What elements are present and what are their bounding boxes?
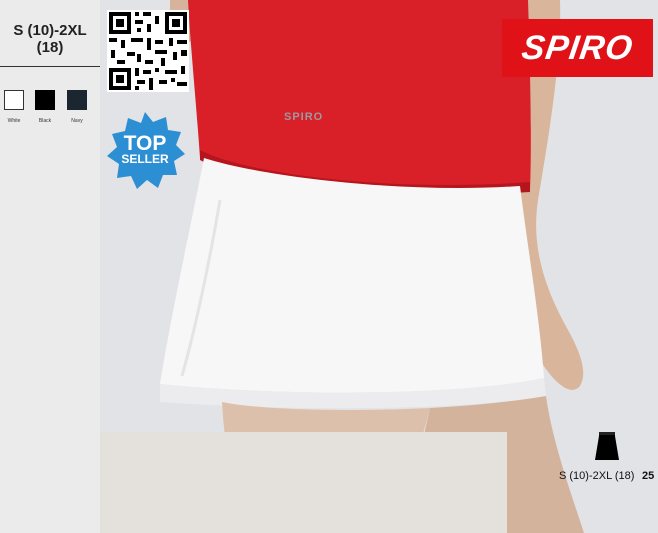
page-number: 25 [642,470,655,482]
bottom-strip [100,432,507,533]
swatch-navy [67,90,87,110]
size-range-line-1: S (10)-2XL [13,22,87,39]
swatch-black [35,90,55,110]
qr-code-icon [107,10,189,92]
badge-seller-text: SELLER [121,152,169,166]
size-range-line-2: (18) [36,39,64,56]
badge-top-text: TOP [123,132,167,155]
brand-logo: SPIRO [502,19,653,77]
skirt-icon [595,432,619,460]
brand-logo-text: SPIRO [519,28,636,67]
size-range-title: S (10)-2XL (18) [0,22,100,56]
shirt-print: SPIRO [284,111,323,123]
swatch-label-white: White [7,118,21,124]
divider [0,66,100,67]
swatch-label-black: Black [38,118,52,124]
swatch-white [4,90,24,110]
swatch-label-navy: Navy [71,118,83,124]
left-info-panel: S (10)-2XL (18) White Black Navy [0,0,100,533]
size-caption: S (10)-2XL (18) [559,470,635,482]
